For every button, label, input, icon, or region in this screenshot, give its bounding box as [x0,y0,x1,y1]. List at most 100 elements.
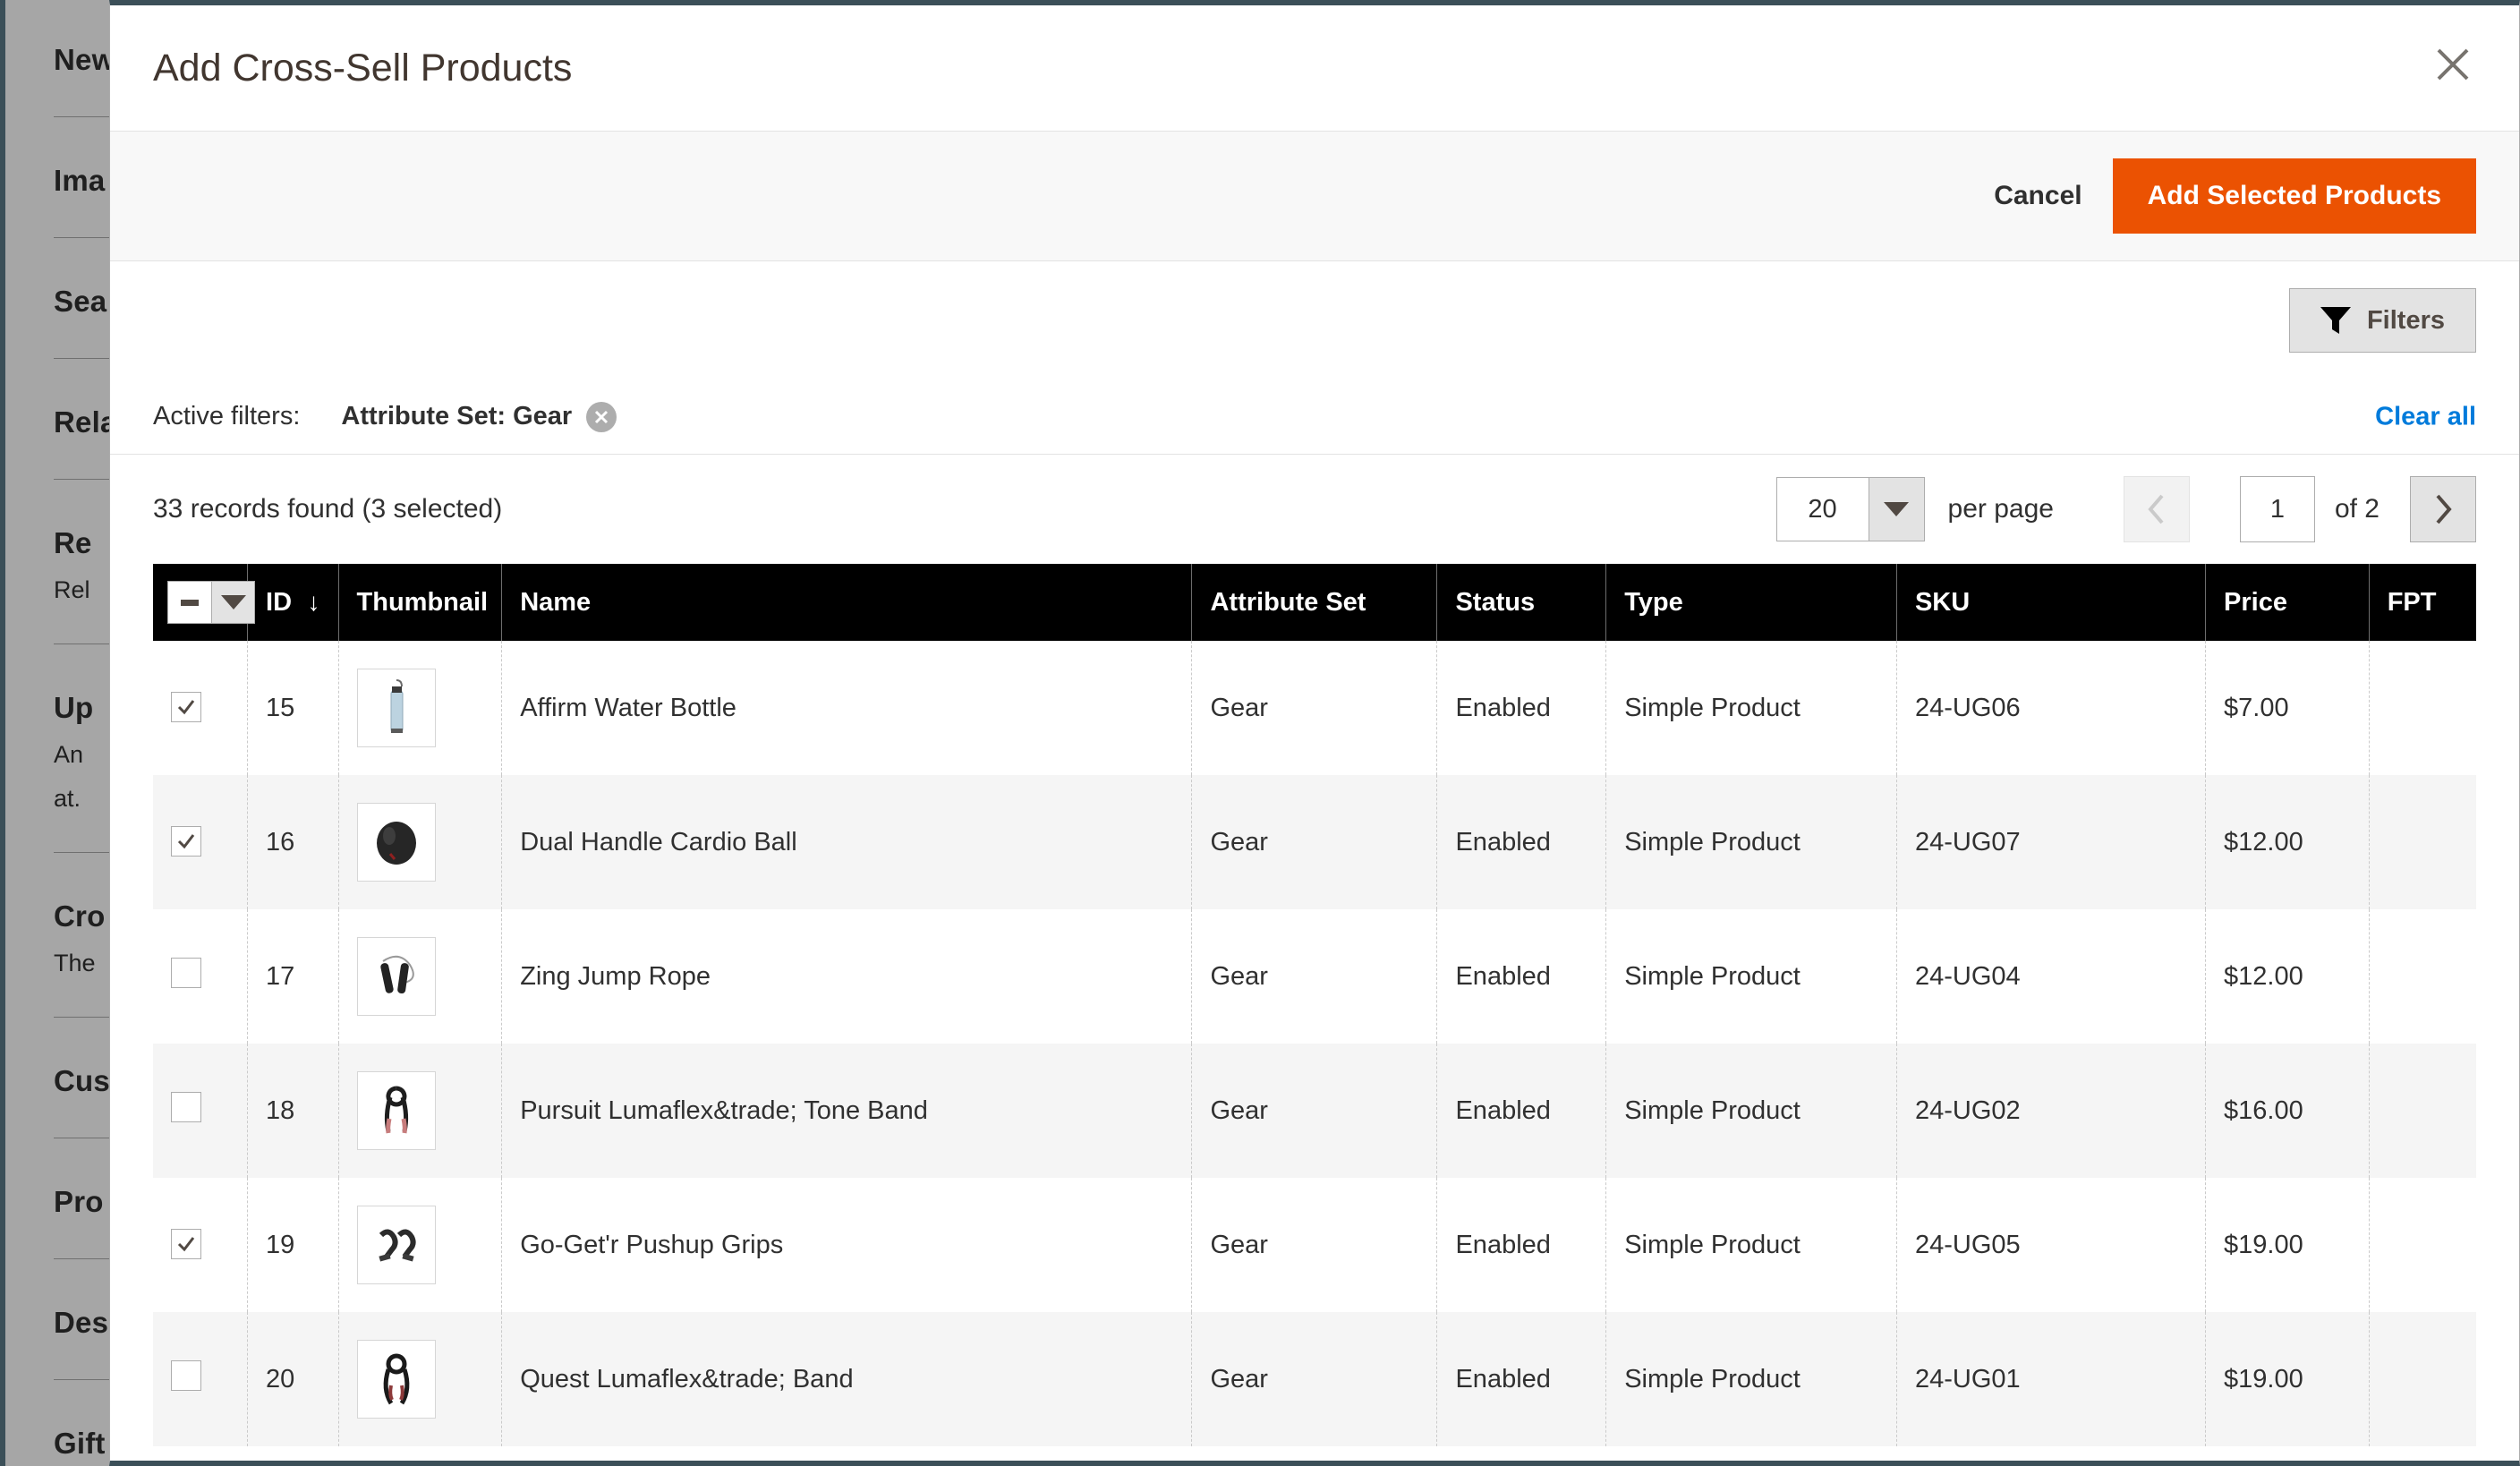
close-icon[interactable] [2426,38,2480,91]
cell-price: $19.00 [2206,1178,2370,1312]
cell-attribute-set: Gear [1192,641,1437,775]
filters-button[interactable]: Filters [2289,288,2476,353]
cell-thumbnail [338,775,502,909]
cell-id: 15 [248,641,338,775]
cell-attribute-set: Gear [1192,909,1437,1044]
chevron-down-icon-glyph [1884,502,1909,516]
water-bottle-thumbnail [357,669,436,747]
row-select-cell[interactable] [153,1178,248,1312]
cell-fpt [2369,1312,2476,1446]
select-all-header-cell [153,564,248,641]
row-select-checkbox[interactable] [171,1360,201,1391]
cell-type: Simple Product [1606,775,1897,909]
row-select-checkbox[interactable] [171,826,201,857]
filters-button-label: Filters [2367,308,2445,334]
cell-price: $19.00 [2206,1312,2370,1446]
next-page-button[interactable] [2410,476,2476,542]
current-page-input[interactable] [2240,476,2315,542]
cell-status: Enabled [1437,641,1606,775]
column-header-id[interactable]: ID ↓ [248,564,338,641]
cell-price: $16.00 [2206,1044,2370,1178]
column-header-fpt[interactable]: FPT [2369,564,2476,641]
remove-filter-icon[interactable] [586,402,617,432]
column-header-sku[interactable]: SKU [1896,564,2205,641]
row-select-checkbox[interactable] [171,692,201,722]
cell-attribute-set: Gear [1192,1312,1437,1446]
total-pages-label: of 2 [2335,494,2380,524]
row-select-checkbox[interactable] [171,1092,201,1122]
column-header-thumbnail[interactable]: Thumbnail [338,564,502,641]
cell-status: Enabled [1437,909,1606,1044]
clear-all-filters-link[interactable]: Clear all [2375,402,2476,431]
cell-type: Simple Product [1606,1178,1897,1312]
modal-action-bar: Cancel Add Selected Products [110,131,2519,261]
cell-sku: 24-UG07 [1896,775,2205,909]
cardio-ball-thumbnail [357,803,436,882]
cell-thumbnail [338,1178,502,1312]
chevron-down-icon[interactable] [211,582,254,623]
close-icon-glyph [2433,45,2473,84]
checkmark-icon [175,831,197,852]
jump-rope-thumbnail [357,937,436,1016]
table-row[interactable]: 17Zing Jump RopeGearEnabledSimple Produc… [153,909,2476,1044]
table-row[interactable]: 16Dual Handle Cardio BallGearEnabledSimp… [153,775,2476,909]
table-row[interactable]: 19Go-Get'r Pushup GripsGearEnabledSimple… [153,1178,2476,1312]
grid-header: ID ↓ Thumbnail Name Attribute Set Status… [153,564,2476,641]
cell-sku: 24-UG04 [1896,909,2205,1044]
cell-sku: 24-UG06 [1896,641,2205,775]
cell-price: $12.00 [2206,909,2370,1044]
cell-attribute-set: Gear [1192,1178,1437,1312]
column-header-status[interactable]: Status [1437,564,1606,641]
per-page-select[interactable]: 20 [1776,477,1925,541]
table-row[interactable]: 18Pursuit Lumaflex&trade; Tone BandGearE… [153,1044,2476,1178]
cell-fpt [2369,1044,2476,1178]
row-select-cell[interactable] [153,1312,248,1446]
cell-name: Quest Lumaflex&trade; Band [502,1312,1192,1446]
cell-fpt [2369,775,2476,909]
quest-band-thumbnail [357,1340,436,1419]
chevron-down-icon [1869,478,1924,541]
indeterminate-mark-icon [181,600,199,606]
row-select-cell[interactable] [153,909,248,1044]
cell-name: Affirm Water Bottle [502,641,1192,775]
modal-title-bar: Add Cross-Sell Products [110,5,2519,131]
page-left-border [0,0,5,1466]
active-filters-bar: Active filters: Attribute Set: Gear Clea… [110,379,2519,455]
products-grid-wrapper: ID ↓ Thumbnail Name Attribute Set Status… [110,564,2519,1446]
active-filter-chip-label: Attribute Set: Gear [341,402,572,431]
checkmark-icon [175,1233,197,1255]
funnel-icon-glyph [2320,307,2351,334]
cell-status: Enabled [1437,775,1606,909]
column-header-name[interactable]: Name [502,564,1192,641]
select-all-checkbox[interactable] [168,582,211,623]
cell-status: Enabled [1437,1178,1606,1312]
previous-page-button[interactable] [2124,476,2190,542]
cell-id: 19 [248,1178,338,1312]
select-all-checkbox-dropdown[interactable] [167,581,255,624]
chevron-right-icon [2433,493,2453,525]
row-select-cell[interactable] [153,1044,248,1178]
row-select-checkbox[interactable] [171,1229,201,1259]
cell-name: Dual Handle Cardio Ball [502,775,1192,909]
column-header-type[interactable]: Type [1606,564,1897,641]
records-found-label: 33 records found (3 selected) [153,494,502,524]
row-select-checkbox[interactable] [171,958,201,988]
table-row[interactable]: 20Quest Lumaflex&trade; BandGearEnabledS… [153,1312,2476,1446]
active-filters-label: Active filters: [153,402,300,431]
add-selected-products-button[interactable]: Add Selected Products [2113,158,2476,234]
cell-sku: 24-UG02 [1896,1044,2205,1178]
table-row[interactable]: 15Affirm Water BottleGearEnabledSimple P… [153,641,2476,775]
column-header-price[interactable]: Price [2206,564,2370,641]
chevron-left-icon [2147,493,2167,525]
row-select-cell[interactable] [153,775,248,909]
cell-sku: 24-UG05 [1896,1178,2205,1312]
chevron-down-icon-glyph [221,595,246,609]
cell-id: 20 [248,1312,338,1446]
cell-thumbnail [338,641,502,775]
pushup-grips-thumbnail [357,1206,436,1284]
row-select-cell[interactable] [153,641,248,775]
cancel-button[interactable]: Cancel [1963,181,2112,211]
cell-type: Simple Product [1606,1044,1897,1178]
column-header-id-label: ID [266,588,292,618]
column-header-attribute-set[interactable]: Attribute Set [1192,564,1437,641]
